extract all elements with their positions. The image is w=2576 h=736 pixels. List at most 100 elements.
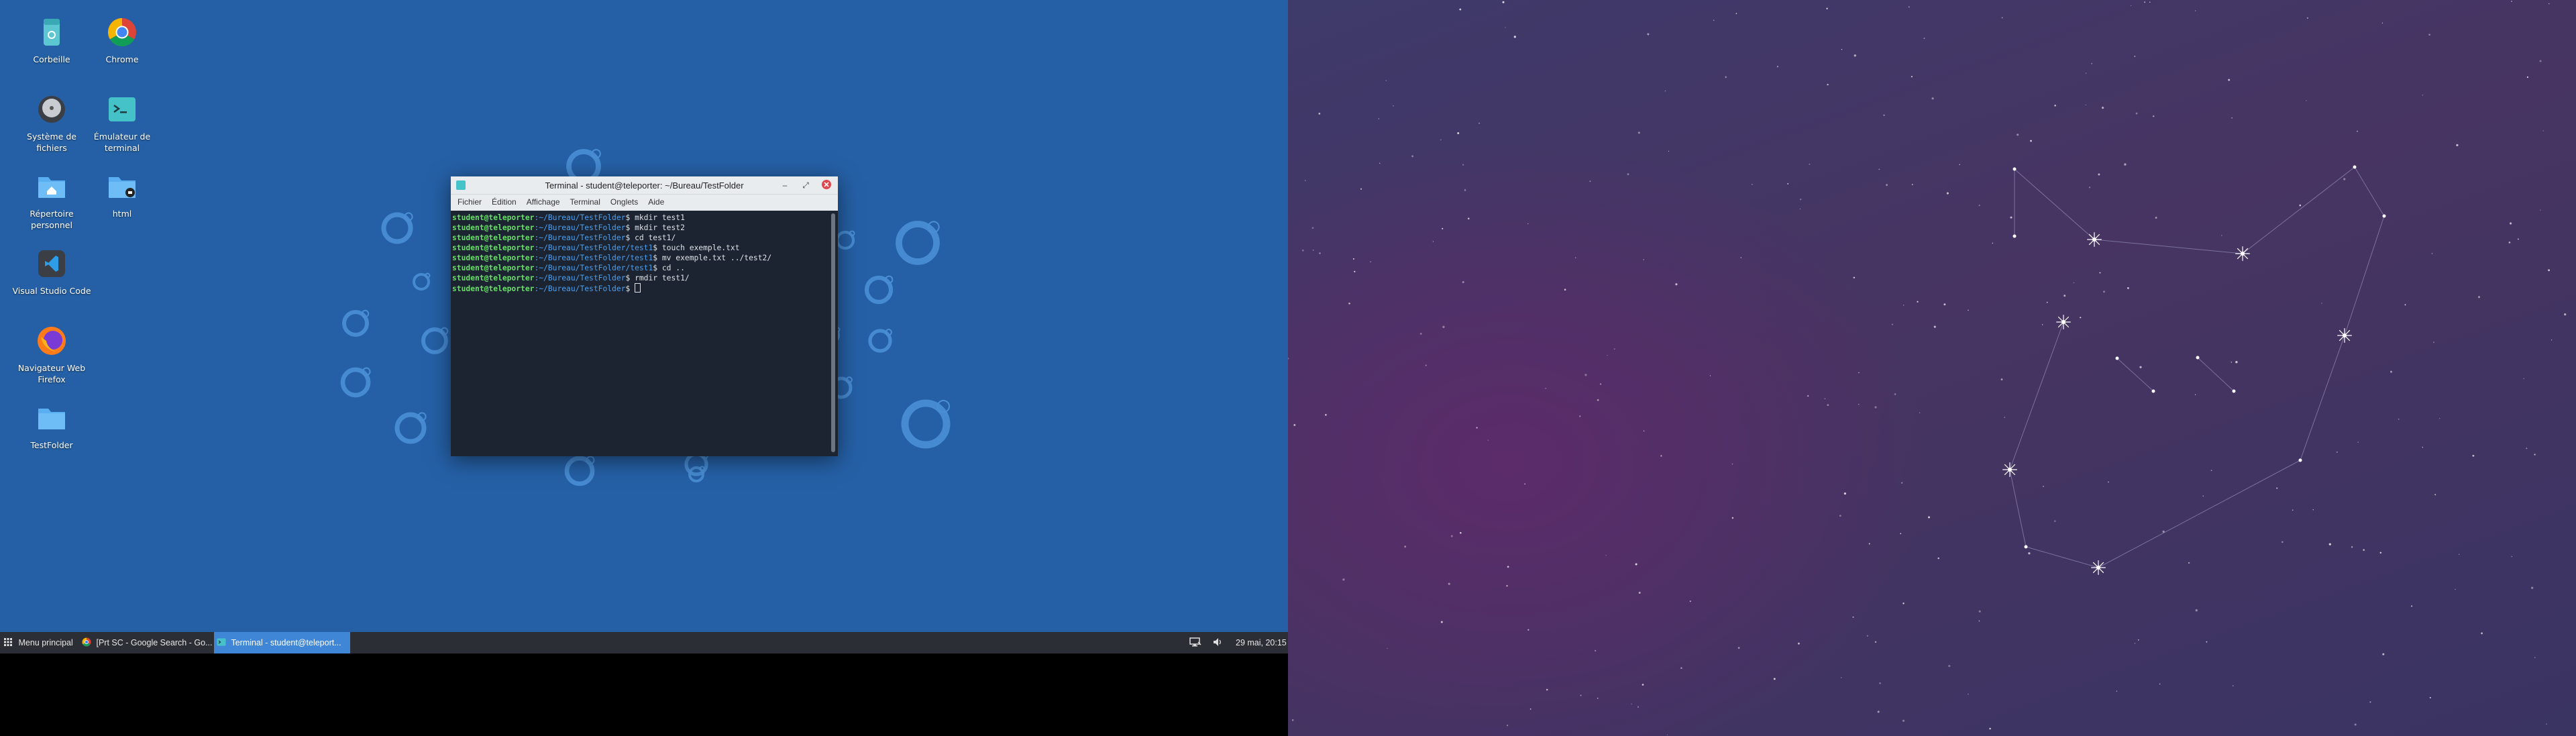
background-star bbox=[1852, 616, 1854, 618]
background-star bbox=[1709, 375, 1711, 376]
desktop-icon-filesystem[interactable]: Système de fichiers bbox=[11, 92, 92, 154]
desktop-icon-trash[interactable]: Corbeille bbox=[11, 15, 92, 65]
background-star bbox=[2276, 487, 2278, 489]
scrollbar-thumb[interactable] bbox=[831, 213, 835, 452]
background-star bbox=[1902, 719, 1905, 722]
background-star bbox=[1858, 404, 1860, 405]
background-star bbox=[1824, 398, 1826, 400]
minimize-button[interactable]: – bbox=[779, 179, 791, 191]
background-star bbox=[1411, 155, 1414, 158]
desktop-icon-label: Répertoire personnel bbox=[30, 209, 74, 230]
background-star bbox=[1318, 113, 1321, 115]
background-star bbox=[2155, 217, 2157, 219]
background-star bbox=[2135, 112, 2138, 115]
task-chrome[interactable]: [Prt SC - Google Search - Go... bbox=[79, 632, 213, 653]
firefox-icon bbox=[34, 323, 69, 358]
background-star bbox=[2548, 269, 2550, 272]
background-star bbox=[1900, 533, 1902, 535]
background-star bbox=[1928, 516, 1930, 519]
background-star bbox=[1858, 372, 1860, 374]
background-star bbox=[1462, 164, 1464, 166]
background-star bbox=[1643, 430, 1645, 431]
menu-terminal[interactable]: Terminal bbox=[564, 195, 604, 207]
close-icon bbox=[822, 180, 831, 189]
background-star bbox=[1807, 395, 1809, 397]
maximize-button[interactable]: ⤢ bbox=[800, 179, 812, 191]
terminal-line: student@teleporter:~/Bureau/TestFolder/t… bbox=[452, 264, 685, 272]
close-button[interactable] bbox=[820, 179, 833, 191]
volume-tray-icon[interactable] bbox=[1212, 632, 1223, 653]
menu-fichier[interactable]: Fichier bbox=[451, 195, 485, 207]
background-star bbox=[2539, 60, 2542, 62]
constellation-line bbox=[2197, 357, 2235, 392]
background-star bbox=[2134, 55, 2136, 58]
background-star bbox=[1457, 132, 1460, 134]
constellation-star bbox=[2012, 234, 2017, 238]
background-star bbox=[1311, 227, 1314, 229]
terminal-output[interactable]: student@teleporter:~/Bureau/TestFolder$ … bbox=[451, 211, 828, 456]
background-star bbox=[2235, 361, 2238, 364]
terminal-window[interactable]: Terminal - student@teleporter: ~/Bureau/… bbox=[451, 176, 838, 456]
chrome-icon bbox=[105, 15, 140, 50]
desktop-icon-testfolder[interactable]: TestFolder bbox=[11, 401, 92, 451]
background-star bbox=[1841, 48, 1843, 50]
background-star bbox=[1680, 667, 1682, 669]
menu-onglets[interactable]: Onglets bbox=[604, 195, 641, 207]
wallpaper-bubble bbox=[564, 456, 595, 486]
desktop-icon-chrome[interactable]: Chrome bbox=[82, 15, 162, 65]
constellation-line bbox=[2354, 166, 2385, 217]
background-star bbox=[1595, 649, 1597, 652]
background-star bbox=[2390, 370, 2392, 373]
background-star bbox=[1776, 66, 1779, 68]
background-star bbox=[2548, 3, 2550, 5]
desktop-icon-vscode[interactable]: Visual Studio Code bbox=[11, 246, 92, 297]
constellation-line bbox=[2014, 168, 2095, 240]
desktop-icon-html[interactable]: html bbox=[82, 169, 162, 219]
background-star bbox=[1597, 399, 1599, 401]
background-star bbox=[2143, 1, 2146, 3]
background-star bbox=[1901, 482, 1903, 484]
terminal-scrollbar[interactable] bbox=[828, 211, 838, 456]
main-menu-button[interactable]: Menu principal bbox=[4, 632, 73, 653]
desktop-icon-firefox[interactable]: Navigateur Web Firefox bbox=[11, 323, 92, 385]
window-titlebar[interactable]: Terminal - student@teleporter: ~/Bureau/… bbox=[451, 176, 838, 194]
background-star bbox=[1467, 217, 1470, 220]
background-star bbox=[2210, 470, 2212, 472]
task-terminal[interactable]: Terminal - student@teleport... bbox=[214, 632, 350, 653]
background-star bbox=[1502, 1, 1505, 3]
background-star bbox=[1919, 412, 1921, 413]
background-star bbox=[2231, 117, 2233, 119]
desktop-icon-home[interactable]: Répertoire personnel bbox=[11, 169, 92, 231]
clock[interactable]: 29 mai, 20:15 bbox=[1236, 632, 1287, 653]
vscode-icon bbox=[34, 246, 69, 281]
background-star bbox=[2398, 418, 2400, 420]
background-star bbox=[2382, 653, 2385, 655]
background-star bbox=[2046, 301, 2048, 303]
desktop: Corbeille Chrome Système de fichiers Ému… bbox=[0, 0, 1288, 632]
menu-affichage[interactable]: Affichage bbox=[520, 195, 564, 207]
background-star bbox=[2312, 509, 2314, 511]
constellation-line bbox=[2009, 321, 2064, 470]
background-star bbox=[1827, 404, 1829, 407]
background-star bbox=[1839, 515, 1841, 517]
background-star bbox=[1731, 517, 1734, 519]
network-tray-icon[interactable] bbox=[1189, 632, 1201, 653]
background-star bbox=[1379, 162, 1381, 164]
desktop-icon-terminal[interactable]: Émulateur de terminal bbox=[82, 92, 162, 154]
background-star bbox=[1605, 554, 1607, 556]
terminal-line: student@teleporter:~/Bureau/TestFolder$ … bbox=[452, 213, 685, 222]
background-star bbox=[1787, 182, 1789, 185]
background-star bbox=[2431, 253, 2433, 254]
background-star bbox=[2526, 448, 2528, 450]
background-star bbox=[2116, 690, 2118, 692]
wallpaper-bubble bbox=[901, 399, 951, 449]
drive-icon bbox=[34, 92, 69, 127]
menu-aide[interactable]: Aide bbox=[641, 195, 667, 207]
background-star bbox=[2477, 296, 2481, 299]
background-star bbox=[1564, 288, 1566, 291]
background-star bbox=[1529, 708, 1532, 710]
background-star bbox=[1419, 332, 1422, 335]
background-star bbox=[1689, 600, 1691, 602]
menu-edition[interactable]: Édition bbox=[485, 195, 520, 207]
background-star bbox=[1442, 227, 1444, 229]
